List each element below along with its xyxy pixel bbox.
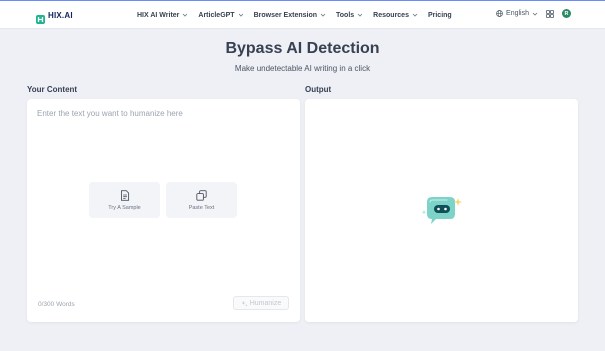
- nav-item-label: Resources: [373, 11, 409, 19]
- main-nav: HIX AI Writer ArticleGPT Browser Extensi…: [137, 8, 452, 22]
- nav-item-label: HIX AI Writer: [137, 11, 180, 19]
- try-sample-button[interactable]: Try A Sample: [89, 182, 160, 218]
- nav-item-pricing[interactable]: Pricing: [428, 8, 452, 22]
- word-count: 0/300 Words: [38, 301, 75, 308]
- logo-text: HIX.AI: [48, 10, 73, 20]
- nav-item-label: ArticleGPT: [198, 11, 235, 19]
- chevron-down-icon: [532, 12, 538, 16]
- nav-item-tools[interactable]: Tools: [336, 8, 363, 22]
- document-icon: [120, 189, 129, 201]
- humanize-label: Humanize: [249, 299, 282, 307]
- chat-bot-icon: [421, 197, 462, 224]
- avatar[interactable]: R: [562, 9, 571, 18]
- hix-logo-icon: [36, 11, 45, 24]
- paste-text-button[interactable]: Paste Text: [166, 182, 237, 218]
- chevron-down-icon: [412, 13, 418, 17]
- header-actions: English R: [496, 9, 571, 18]
- language-label: English: [506, 10, 529, 17]
- nav-item-articlegpt[interactable]: ArticleGPT: [198, 8, 243, 22]
- logo[interactable]: HIX.AI: [36, 9, 73, 24]
- nav-item-label: Pricing: [427, 11, 452, 19]
- output-panel: [305, 99, 578, 322]
- chevron-down-icon: [357, 13, 363, 17]
- try-sample-label: Try A Sample: [108, 204, 141, 211]
- page-subtitle: Make undetectable AI writing in a click: [234, 64, 371, 73]
- chevron-down-icon: [320, 13, 326, 17]
- sparkle-icon: [241, 300, 248, 306]
- globe-icon: [496, 10, 503, 17]
- nav-item-hix-ai-writer[interactable]: HIX AI Writer: [137, 8, 188, 22]
- paste-text-label: Paste Text: [188, 204, 215, 211]
- content-input[interactable]: [37, 109, 290, 179]
- grid-icon[interactable]: [546, 9, 554, 18]
- humanize-button[interactable]: Humanize: [233, 296, 289, 310]
- nav-item-browser-extension[interactable]: Browser Extension: [254, 8, 326, 22]
- nav-item-label: Tools: [336, 11, 355, 19]
- nav-item-resources[interactable]: Resources: [373, 8, 418, 22]
- top-navbar: HIX.AI HIX AI Writer ArticleGPT Browser …: [0, 1, 605, 29]
- input-section-label: Your Content: [27, 85, 78, 94]
- output-section-label: Output: [305, 85, 332, 94]
- language-selector[interactable]: English: [496, 10, 538, 17]
- nav-item-label: Browser Extension: [253, 11, 318, 19]
- page-title: Bypass AI Detection: [225, 40, 380, 57]
- chevron-down-icon: [183, 13, 188, 17]
- copy-icon: [196, 189, 207, 201]
- chevron-down-icon: [238, 13, 243, 17]
- input-panel: Try A Sample Paste Text 0/300 Words Huma…: [27, 99, 300, 322]
